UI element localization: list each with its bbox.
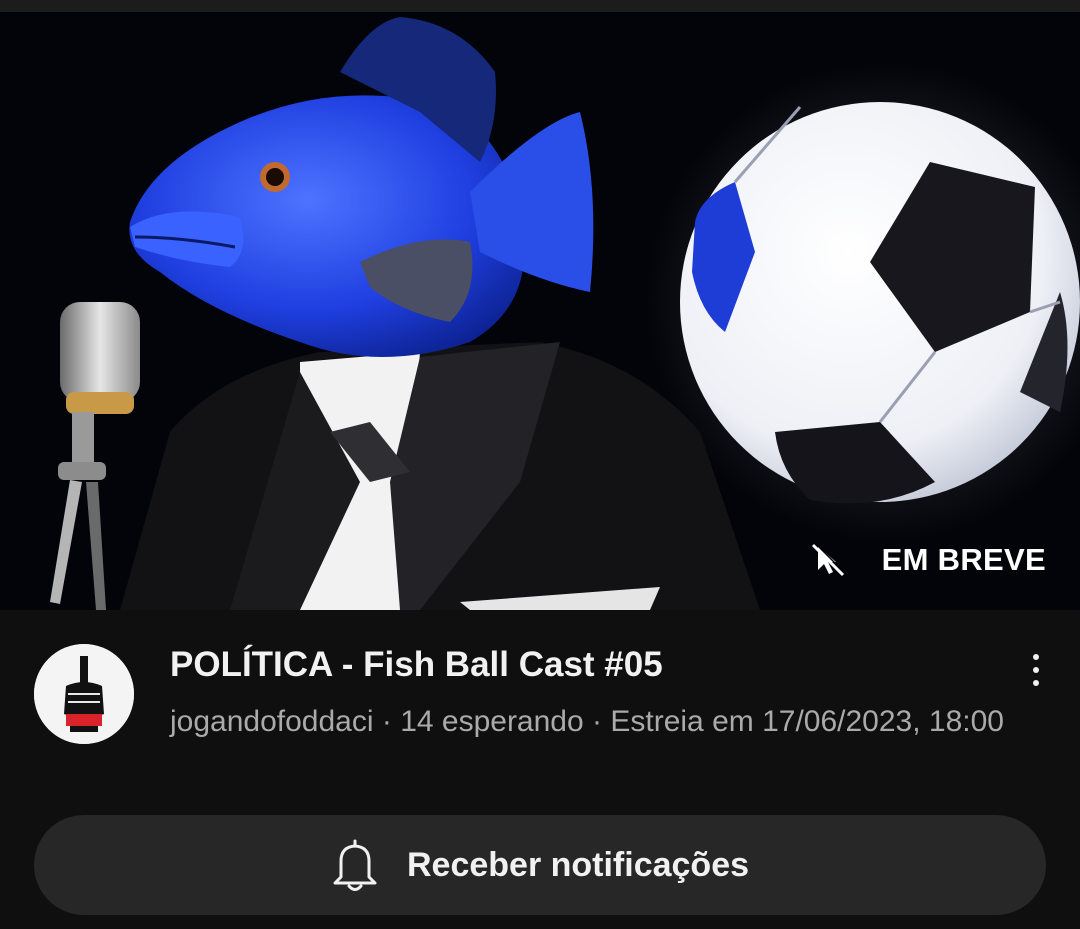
more-vert-icon[interactable] [1016,650,1056,690]
video-thumbnail[interactable]: EM BREVE [0,12,1080,610]
video-meta: POLÍTICA - Fish Ball Cast #05 jogandofod… [0,610,1080,810]
notify-label: Receber notificações [406,845,750,884]
thumbnail-art [0,12,1080,610]
bell-icon [331,837,379,893]
notify-button[interactable]: Receber notificações [34,815,1046,915]
video-subline: jogandofoddaci · 14 esperando · Estreia … [170,702,1030,742]
separator: · [583,705,611,738]
waiting-count: 14 esperando [400,705,584,738]
channel-name[interactable]: jogandofoddaci [170,705,374,738]
badge-label: EM BREVE [881,542,1046,577]
channel-avatar[interactable] [34,644,134,744]
video-title[interactable]: POLÍTICA - Fish Ball Cast #05 [170,644,1010,686]
top-bar [0,0,1080,12]
video-premiere-card: EM BREVE POLÍTICA - Fish Ball Cast #05 j… [0,0,1080,929]
separator: · [373,705,401,738]
upcoming-badge: EM BREVE [810,542,1046,578]
premiere-date: Estreia em 17/06/2023, 18:00 [610,705,1004,738]
cursor-slash-icon [810,542,846,578]
